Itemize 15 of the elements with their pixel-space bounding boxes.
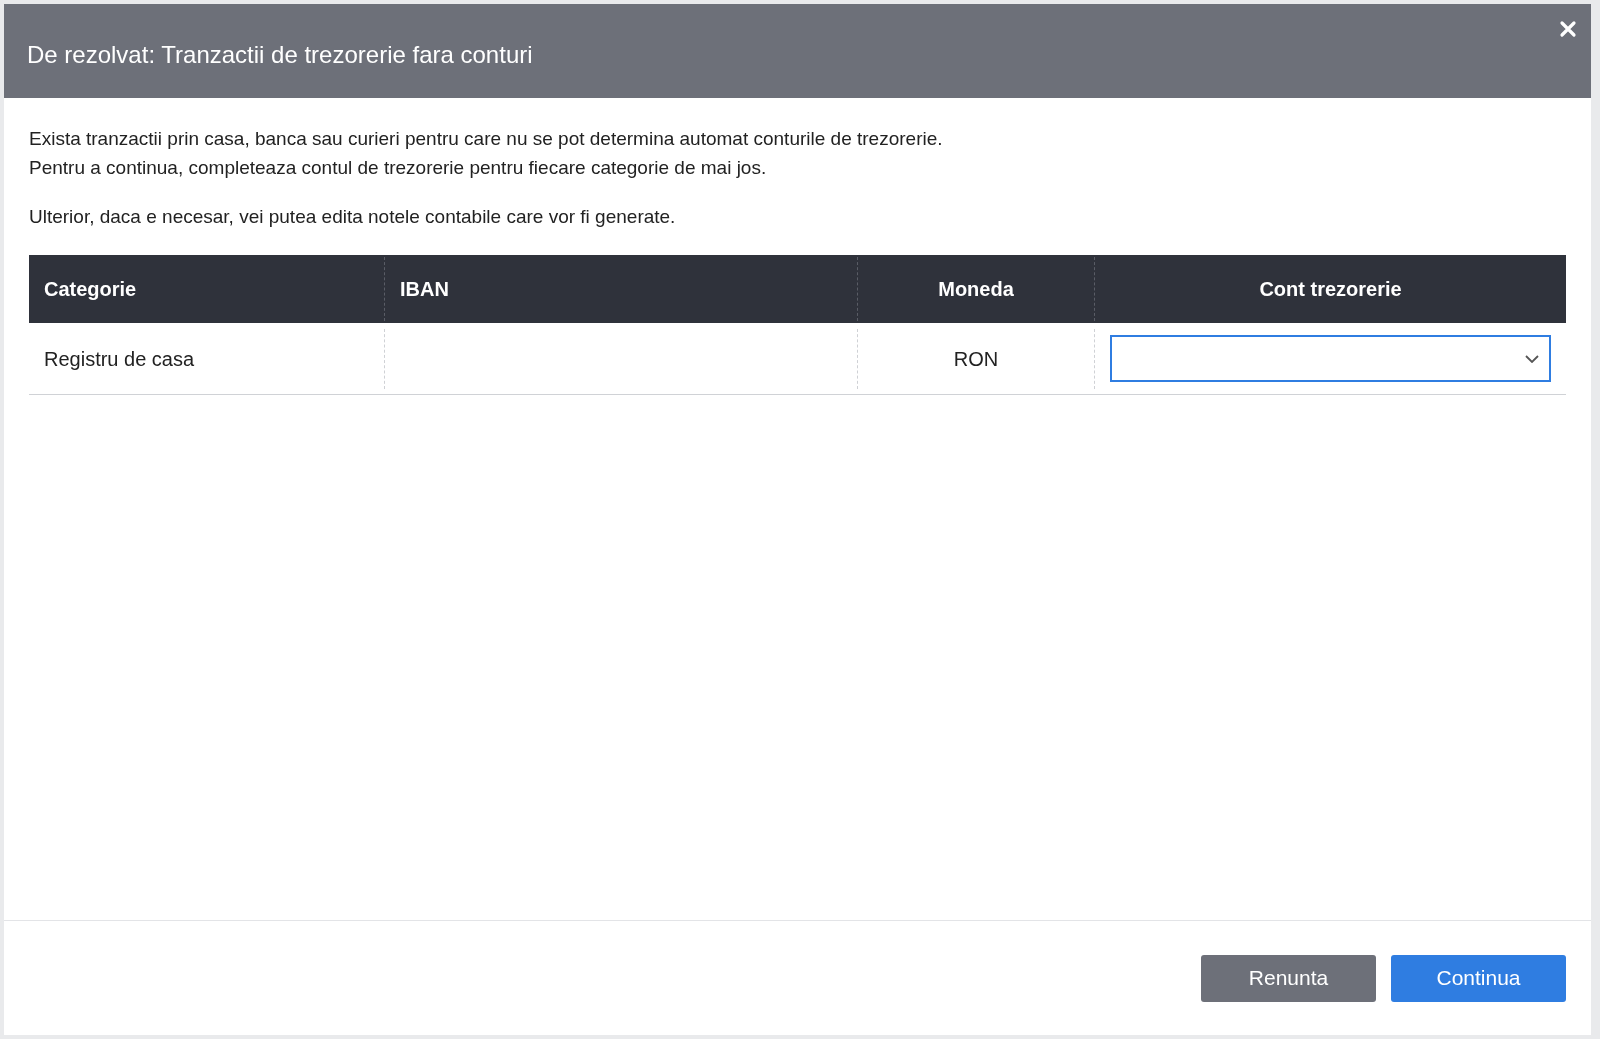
column-header: Categorie (44, 277, 137, 302)
account-select[interactable] (1110, 335, 1551, 382)
intro-text: Exista tranzactii prin casa, banca sau curieri pentru care nu se pot determina automat conturile de trezorerie. (29, 127, 944, 151)
continue-button[interactable]: Continua (1391, 954, 1566, 1002)
column-header: Moneda (938, 277, 1014, 302)
column-header: IBAN (400, 277, 449, 302)
chevron-down-icon (1525, 354, 1539, 363)
note-text: Ulterior, daca e necesar, vei putea edita notele contabile care vor fi generate. (29, 205, 677, 229)
table-cell-text: RON (953, 346, 999, 372)
dialog-title: De rezolvat: Tranzactii de trezorerie fara conturi (27, 40, 533, 70)
column-header: Cont trezorerie (1259, 277, 1402, 302)
close-icon[interactable] (1559, 20, 1577, 38)
cancel-button[interactable]: Renunta (1201, 954, 1376, 1002)
table-cell-text: Registru de casa (44, 346, 195, 372)
intro-text: Pentru a continua, completeaza contul de trezorerie pentru fiecare categorie de mai jos. (29, 156, 768, 180)
